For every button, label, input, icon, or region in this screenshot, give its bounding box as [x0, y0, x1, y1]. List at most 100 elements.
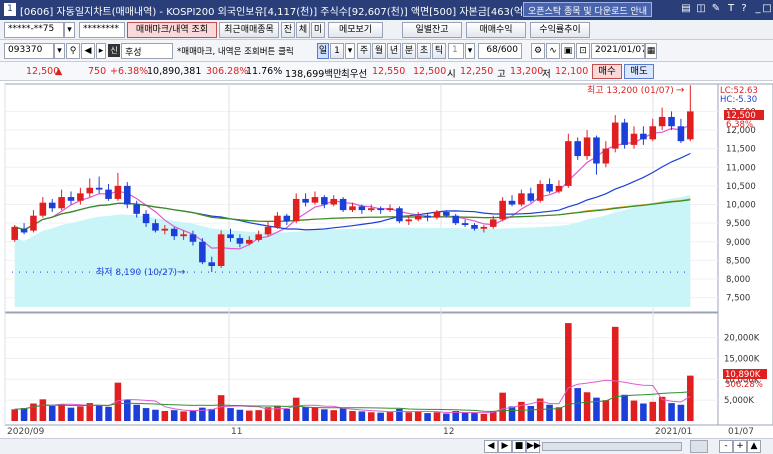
tab-tick[interactable]: 틱	[432, 43, 446, 59]
baseline-dot	[425, 271, 426, 273]
baseline-dot	[628, 271, 629, 273]
tab-trade-mark[interactable]: 매매마크/내역 조회	[127, 22, 217, 38]
candle-body	[640, 133, 647, 140]
chart-area[interactable]: 12,50012,00011,50011,00010,50010,0009,50…	[0, 81, 773, 441]
candle-body	[95, 187, 103, 190]
low-price: 12,100	[555, 66, 589, 77]
memo-button[interactable]: 메모보기	[328, 22, 383, 38]
baseline-dot	[495, 271, 496, 273]
tab-week[interactable]: 주	[357, 43, 371, 59]
volume-bar	[658, 396, 666, 421]
tab-second[interactable]: 초	[417, 43, 431, 59]
tab-day[interactable]: 일	[317, 43, 329, 59]
scroll-left-button[interactable]: ◀	[484, 440, 498, 453]
sell-tab[interactable]: 매도	[624, 64, 654, 79]
volume-bar	[161, 411, 169, 421]
candle-body	[668, 116, 675, 127]
baseline-dot	[194, 271, 195, 273]
scroll-track[interactable]	[542, 442, 682, 451]
candle-body	[67, 197, 75, 201]
speaker-icon[interactable]: ◀	[81, 43, 95, 59]
candle-body	[518, 193, 525, 205]
stop-button[interactable]: ■	[512, 440, 526, 453]
candle-body	[152, 223, 159, 231]
tick-interval-field[interactable]: 1	[448, 43, 464, 59]
indicator-icon[interactable]: ∿	[546, 43, 560, 59]
candle-body	[255, 234, 262, 240]
candle-body	[405, 219, 413, 222]
volume-bar	[227, 408, 234, 421]
best-ask: 12,550	[372, 66, 406, 77]
unfilled-button[interactable]: 미	[311, 22, 325, 38]
baseline-dot	[565, 271, 566, 273]
password-field[interactable]: ********	[79, 22, 125, 38]
candle-body	[199, 241, 206, 263]
tab-minute[interactable]: 분	[402, 43, 416, 59]
tick-dropdown-icon[interactable]: ▾	[465, 43, 475, 59]
copy-icon[interactable]: ◫	[695, 3, 707, 15]
baseline-dot	[341, 271, 342, 273]
volume-bar	[67, 407, 75, 421]
lock-icon[interactable]: ⊡	[576, 43, 590, 59]
baseline-dot	[369, 271, 370, 273]
baseline-dot	[201, 271, 202, 273]
scroll-thumb[interactable]	[690, 440, 708, 453]
help-icon[interactable]: ?	[738, 3, 750, 15]
scroll-right-button[interactable]: ▶	[498, 440, 512, 453]
buy-tab[interactable]: 매수	[592, 64, 622, 79]
save-icon[interactable]: ▣	[561, 43, 575, 59]
tab-year[interactable]: 년	[387, 43, 401, 59]
return-trend-button[interactable]: 수익률추이	[530, 22, 590, 38]
zoom-in-button[interactable]: +	[733, 440, 747, 453]
volume-bar	[133, 404, 140, 421]
baseline-dot	[278, 271, 279, 273]
fast-forward-button[interactable]: ▶▶	[526, 440, 541, 453]
data-count-field[interactable]: 68/600	[478, 43, 522, 59]
baseline-dot	[537, 271, 538, 273]
baseline-dot	[684, 271, 685, 273]
trade-profit-button[interactable]: 매매수익	[466, 22, 526, 38]
filled-button[interactable]: 체	[296, 22, 310, 38]
calendar-icon[interactable]: ▦	[645, 43, 657, 59]
baseline-dot	[621, 271, 622, 273]
baseline-dot	[334, 271, 335, 273]
open-stock-guide-button[interactable]: 오픈스탁 종목 및 다운로드 안내	[523, 2, 653, 17]
x-label-1: 11	[231, 427, 242, 437]
stock-chart[interactable]: 12,50012,00011,50011,00010,50010,0009,50…	[0, 81, 773, 438]
balance-button[interactable]: 잔	[281, 22, 295, 38]
expand-button[interactable]: ▲	[747, 440, 761, 453]
volume-bar	[424, 413, 431, 421]
change-rate: +6.38%	[110, 66, 149, 77]
candle-body	[527, 193, 535, 201]
candle-body	[189, 234, 197, 242]
volume-bar	[583, 392, 591, 421]
stock-code-input[interactable]: 093370	[4, 43, 54, 59]
baseline-dot	[439, 271, 440, 273]
account-dropdown-icon[interactable]: ▾	[64, 22, 75, 38]
more-icon[interactable]: ▸	[96, 43, 106, 59]
text-size-icon[interactable]: T	[725, 3, 737, 15]
account-field[interactable]: *****-**75	[4, 22, 64, 38]
pin-icon[interactable]: ✎	[710, 3, 722, 15]
window-list-icon[interactable]: ▤	[680, 3, 692, 15]
tab-month[interactable]: 월	[372, 43, 386, 59]
candle-body	[677, 126, 685, 142]
baseline-dot	[390, 271, 391, 273]
app-icon: 1	[4, 3, 16, 16]
zoom-out-button[interactable]: -	[719, 440, 733, 453]
candle-body	[471, 225, 478, 229]
candle-body	[452, 215, 460, 224]
code-dropdown-icon[interactable]: ▾	[54, 43, 65, 59]
chart-settings-icon[interactable]: ⚙	[531, 43, 545, 59]
tab-recent-trades[interactable]: 최근매매종목	[219, 22, 279, 38]
interval-dropdown-icon[interactable]: ▾	[345, 43, 355, 59]
maximize-icon[interactable]: □	[761, 3, 773, 15]
candle-body	[574, 141, 581, 157]
volume-bar	[377, 412, 384, 421]
price-tick-label: 11,500	[726, 145, 756, 155]
price-tick-label: 10,500	[726, 182, 756, 192]
search-icon[interactable]: ⚲	[66, 43, 80, 59]
day-interval-field[interactable]: 1	[330, 43, 344, 59]
daily-balance-button[interactable]: 일별잔고	[402, 22, 462, 38]
date-field[interactable]: 2021/01/07	[591, 43, 645, 59]
